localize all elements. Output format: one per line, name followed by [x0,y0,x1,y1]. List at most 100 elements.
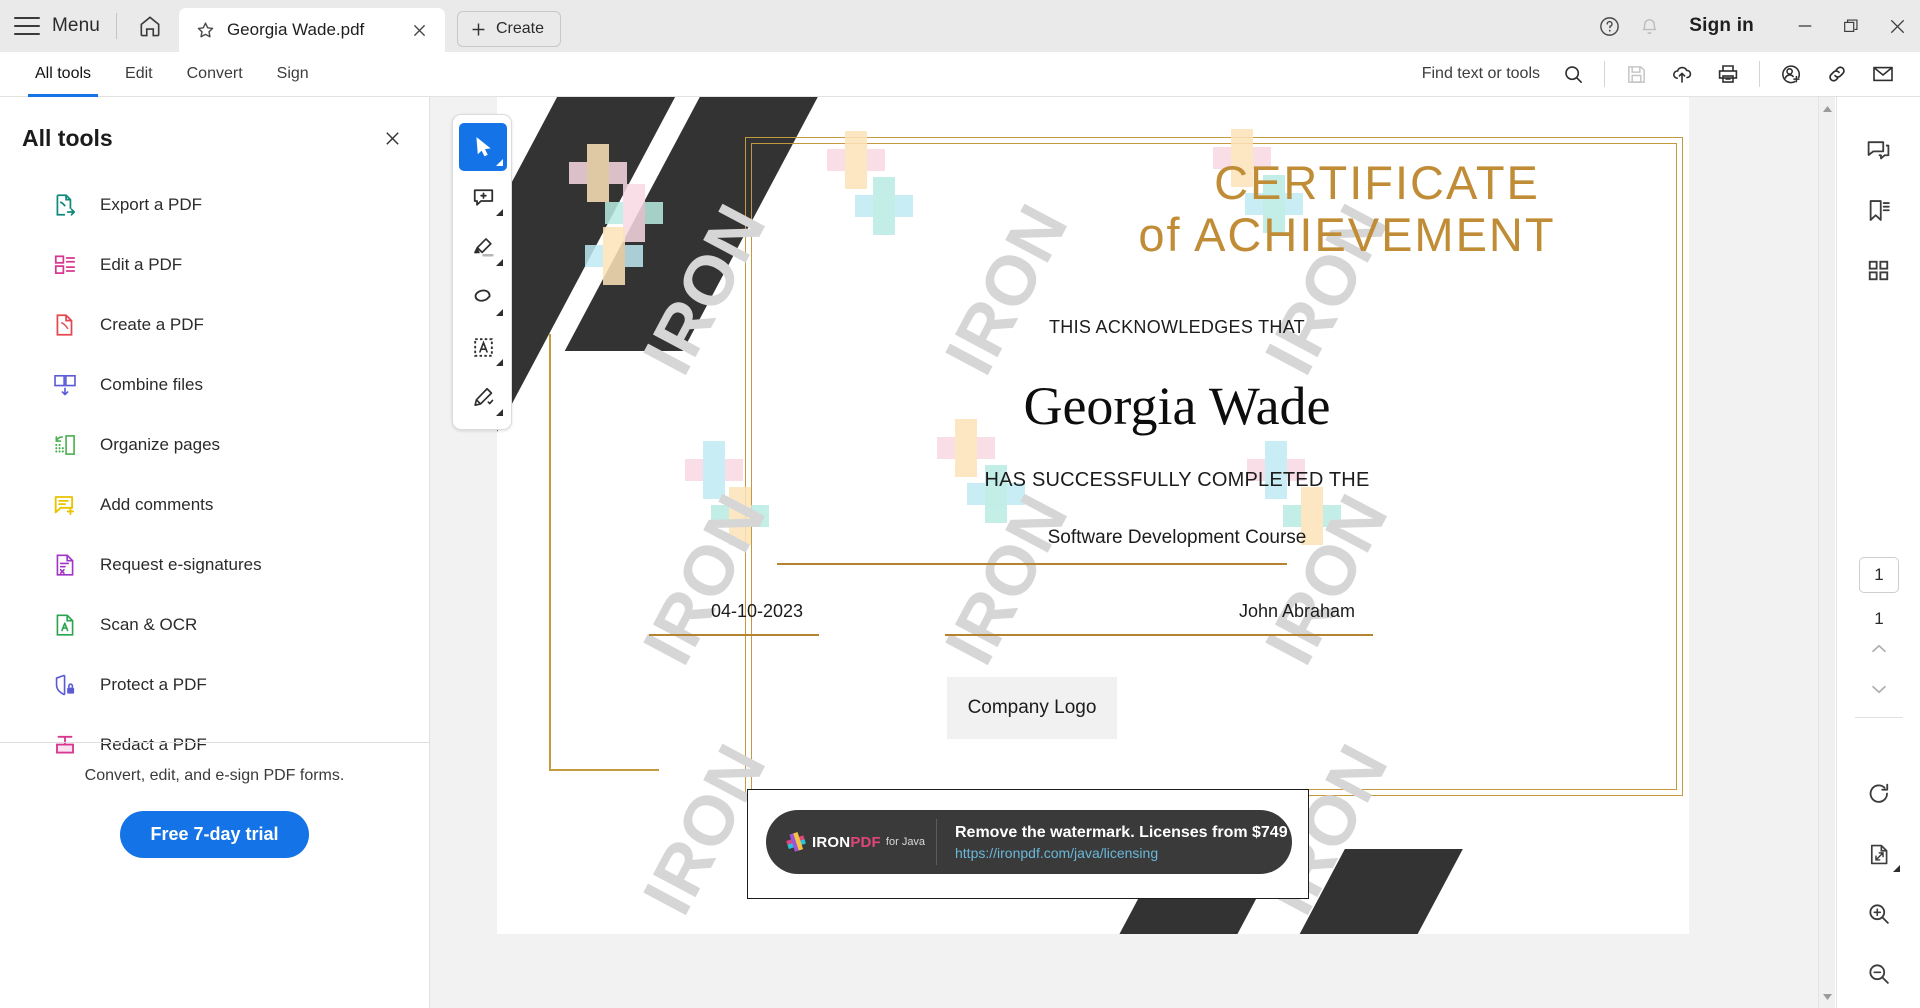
pdf-page[interactable]: IRON IRON IRON IRON IRON IRON IRON IRON … [497,97,1689,934]
certificate-acknowledgement: THIS ACKNOWLEDGES THAT [1049,317,1305,337]
tab-all-tools[interactable]: All tools [18,52,108,97]
sidebar-item-label: Export a PDF [100,195,203,214]
menu-label[interactable]: Menu [52,15,100,37]
add-person-icon[interactable] [1768,54,1814,94]
sidebar-item-scan-and-ocr[interactable]: Scan & OCR [0,595,429,655]
page-number-input[interactable]: 1 [1859,557,1899,593]
request-signature-icon [52,552,78,578]
sidebar-item-organize-pages[interactable]: Organize pages [0,415,429,475]
title-bar-left: Menu [0,0,167,52]
title-bar: Menu Georgia Wade.pdf Create Sign in [0,0,1920,52]
chevron-expand-icon[interactable] [496,359,503,366]
zoom-in-icon[interactable] [1856,891,1902,937]
sidebar-item-protect-a-pdf[interactable]: Protect a PDF [0,655,429,715]
plus-icon [472,23,485,35]
scroll-down-arrow-icon[interactable] [1819,988,1835,1005]
tools-list: Export a PDF Edit a PDF Create a PDF Com… [0,175,429,793]
tab-convert[interactable]: Convert [170,52,260,97]
add-comment-icon[interactable] [459,173,507,221]
find-label[interactable]: Find text or tools [1422,65,1540,83]
print-icon[interactable] [1705,54,1751,94]
highlight-icon[interactable] [459,223,507,271]
close-icon[interactable] [377,123,407,153]
close-icon[interactable] [409,19,431,41]
cloud-upload-icon[interactable] [1659,54,1705,94]
fit-page-icon[interactable] [1856,831,1902,877]
all-tools-grid-icon[interactable] [1856,247,1902,293]
create-pdf-icon [52,312,78,338]
chevron-expand-icon[interactable] [496,409,503,416]
email-icon[interactable] [1860,54,1906,94]
document-viewer: IRON IRON IRON IRON IRON IRON IRON IRON … [430,97,1835,1008]
right-rail: 1 1 [1836,97,1920,1008]
certificate-bottom-rule [549,769,659,771]
search-icon[interactable] [1550,54,1596,94]
menu-hamburger-icon[interactable] [14,17,40,35]
sign-in-button[interactable]: Sign in [1689,15,1754,37]
save-icon [1613,54,1659,94]
free-trial-button[interactable]: Free 7-day trial [120,811,309,858]
window-close-icon[interactable] [1874,0,1920,52]
all-tools-panel-footer: Convert, edit, and e-sign PDF forms. Fre… [0,742,429,858]
ironpdf-brand-label: IRONPDF [812,833,881,851]
ironpdf-logo: IRONPDF for Java [766,832,936,852]
chevron-expand-icon[interactable] [496,309,503,316]
sidebar-item-label: Request e-signatures [100,555,262,574]
sidebar-item-combine-files[interactable]: Combine files [0,355,429,415]
bell-icon[interactable] [1629,6,1669,46]
sidebar-item-add-comments[interactable]: Add comments [0,475,429,535]
create-button[interactable]: Create [456,11,561,47]
document-scrollbar[interactable] [1818,97,1835,1008]
footer-text: Convert, edit, and e-sign PDF forms. [84,767,345,784]
rotate-icon[interactable] [1856,771,1902,817]
select-text-icon[interactable] [459,323,507,371]
select-cursor-icon[interactable] [459,123,507,171]
ironpdf-promo-pill: IRONPDF for Java Remove the watermark. L… [766,810,1292,874]
tab-sign[interactable]: Sign [260,52,326,97]
page-title: All tools [22,124,113,151]
bookmarks-icon[interactable] [1856,187,1902,233]
certificate-signer: John Abraham [1238,601,1356,621]
link-icon[interactable] [1814,54,1860,94]
sidebar-item-label: Scan & OCR [100,615,198,634]
page-navigation: 1 1 [1837,557,1920,718]
certificate-completed-line: HAS SUCCESSFULLY COMPLETED THE [984,469,1370,491]
draw-lasso-icon[interactable] [459,273,507,321]
certificate-course-name: Software Development Course [1047,527,1307,548]
promo-text-block: Remove the watermark. Licenses from $749… [937,824,1288,861]
certificate-signer-rule [945,634,1373,636]
command-tabs: All tools Edit Convert Sign [0,52,326,97]
star-icon[interactable] [195,20,216,41]
restore-icon[interactable] [1828,0,1874,52]
previous-page-button[interactable] [1857,629,1901,669]
certificate-date-rule [649,634,819,636]
document-tab[interactable]: Georgia Wade.pdf [178,8,445,52]
certificate-course-rule [777,563,1287,565]
chevron-expand-icon[interactable] [496,259,503,266]
annotation-toolbar [452,114,512,430]
zoom-out-icon[interactable] [1856,951,1902,997]
company-logo-placeholder: Company Logo [947,677,1117,739]
sidebar-item-create-a-pdf[interactable]: Create a PDF [0,295,429,355]
sidebar-item-label: Combine files [100,375,203,394]
sidebar-item-edit-a-pdf[interactable]: Edit a PDF [0,235,429,295]
chevron-expand-icon[interactable] [496,209,503,216]
sign-icon[interactable] [459,373,507,421]
comments-icon[interactable] [1856,127,1902,173]
help-circle-icon[interactable] [1589,6,1629,46]
scroll-up-arrow-icon[interactable] [1819,100,1835,117]
home-icon[interactable] [133,9,167,43]
certificate-recipient-name: Georgia Wade [1023,376,1331,436]
promo-url-link[interactable]: https://ironpdf.com/java/licensing [955,845,1288,861]
title-bar-divider [115,13,117,39]
tab-edit[interactable]: Edit [108,52,170,97]
command-bar-right: Find text or tools [1422,54,1920,94]
ironpdf-promo-banner: IRONPDF for Java Remove the watermark. L… [747,789,1309,899]
next-page-button[interactable] [1857,669,1901,709]
sidebar-item-export-a-pdf[interactable]: Export a PDF [0,175,429,235]
chevron-expand-icon[interactable] [496,159,503,166]
sidebar-item-request-e-signatures[interactable]: Request e-signatures [0,535,429,595]
minimize-icon[interactable] [1782,0,1828,52]
chevron-expand-icon[interactable] [1893,865,1900,872]
create-button-label: Create [495,20,544,37]
